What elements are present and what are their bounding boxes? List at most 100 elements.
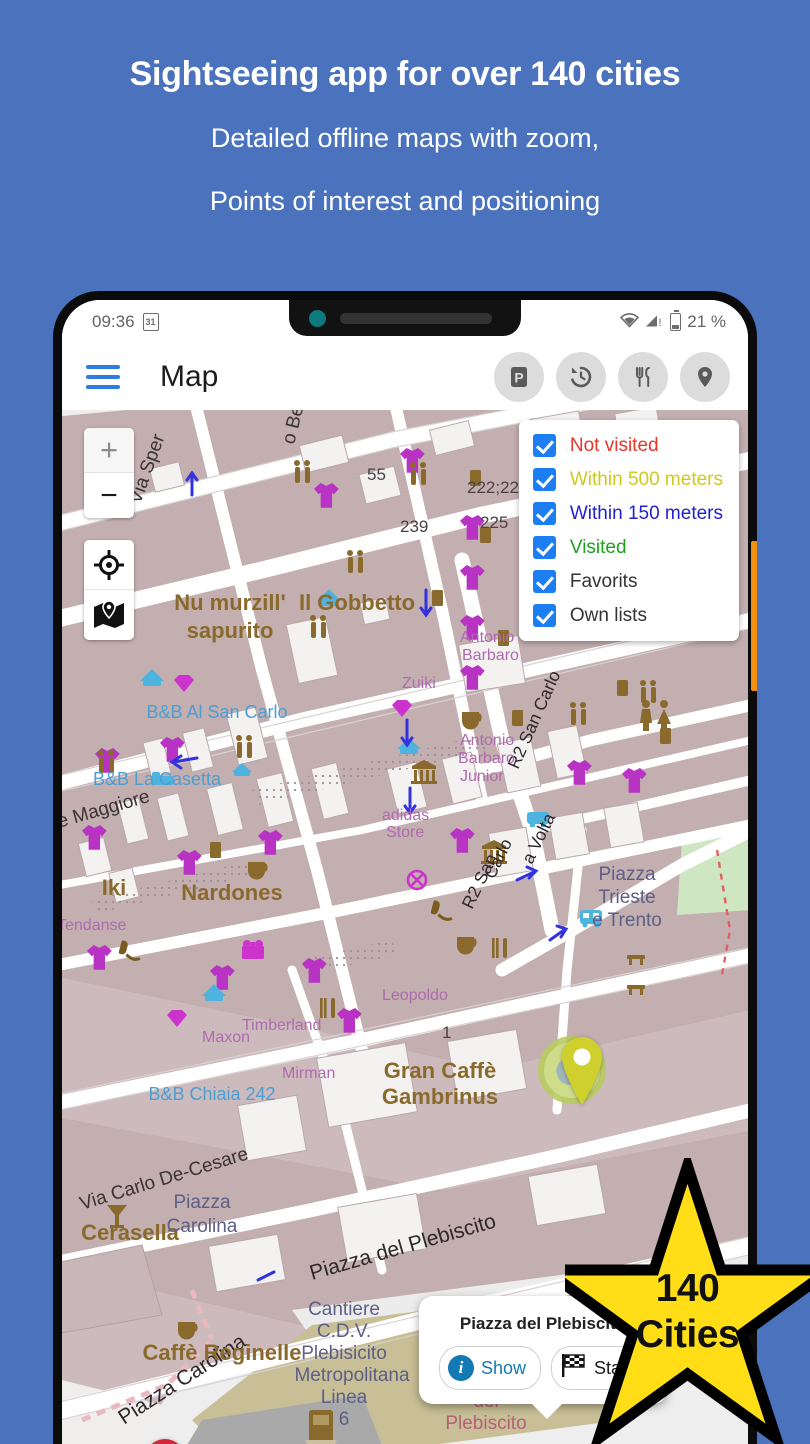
svg-text:Cantiere: Cantiere [308, 1299, 380, 1320]
checkbox-own-lists[interactable] [532, 604, 556, 627]
star-badge: 140 Cities [528, 1148, 810, 1444]
svg-text:!: ! [659, 317, 662, 328]
svg-text:a Volta: a Volta [518, 810, 560, 867]
parking-button[interactable]: P [494, 352, 544, 402]
earpiece-speaker [340, 312, 492, 324]
svg-text:Barbaro: Barbaro [458, 750, 515, 767]
svg-text:Piazza: Piazza [173, 1192, 230, 1213]
cellular-signal-icon: ! [645, 312, 664, 333]
svg-text:Caffè Reginelle: Caffè Reginelle [143, 1340, 302, 1365]
svg-text:239: 239 [400, 517, 428, 536]
svg-text:1: 1 [442, 1023, 451, 1042]
svg-text:adidas: adidas [382, 807, 429, 824]
crosshair-locate-icon [94, 549, 124, 580]
show-button[interactable]: i Show [438, 1346, 541, 1390]
svg-text:Plebiscito: Plebiscito [445, 1413, 526, 1434]
map-layers-icon [94, 600, 124, 628]
zoom-in-button[interactable]: + [84, 428, 134, 473]
promo-header: Sightseeing app for over 140 cities Deta… [0, 0, 810, 217]
svg-text:Mirman: Mirman [282, 1065, 335, 1082]
svg-text:C.D.V.: C.D.V. [317, 1321, 371, 1342]
svg-text:Linea: Linea [321, 1387, 368, 1408]
svg-text:Il Gobbetto: Il Gobbetto [299, 590, 415, 615]
checkbox-favorits[interactable] [532, 570, 556, 593]
svg-text:Antonio: Antonio [460, 732, 514, 749]
calendar-icon: 31 [142, 313, 159, 331]
places-button[interactable] [680, 352, 730, 402]
legend-label-not-visited: Not visited [569, 434, 659, 456]
star-badge-line2: Cities [635, 1313, 740, 1357]
map-tool-controls[interactable] [84, 540, 134, 640]
legend-item-own-lists[interactable]: Own lists [532, 604, 723, 627]
svg-text:B&B Chiaia 242: B&B Chiaia 242 [148, 1084, 275, 1104]
svg-text:225: 225 [480, 513, 508, 532]
promo-subtitle-2: Points of interest and positioning [209, 186, 601, 217]
legend-item-visited[interactable]: Visited [532, 536, 723, 559]
svg-text:Piazza del Plebiscito: Piazza del Plebiscito [307, 1210, 498, 1285]
page-title: Map [160, 360, 219, 393]
svg-text:B&B Al San Carlo: B&B Al San Carlo [146, 702, 287, 722]
svg-text:Plebisicito: Plebisicito [301, 1343, 387, 1364]
svg-text:sapurito: sapurito [187, 618, 274, 643]
app-bar: Map P [62, 344, 748, 410]
svg-text:Gambrinus: Gambrinus [382, 1084, 498, 1109]
front-camera-icon [309, 309, 326, 327]
svg-text:Piazza: Piazza [598, 864, 655, 885]
svg-text:o Berio: o Berio [278, 410, 313, 446]
info-circle-icon: i [447, 1355, 474, 1381]
battery-percent-label: 21 % [687, 312, 726, 331]
star-badge-text: 140 Cities [565, 1266, 810, 1358]
svg-text:6: 6 [339, 1409, 350, 1430]
locate-button[interactable] [84, 540, 134, 590]
history-button[interactable] [556, 352, 606, 402]
svg-text:Trieste: Trieste [598, 887, 655, 908]
checkbox-within-150[interactable] [532, 502, 556, 525]
legend-panel[interactable]: Not visited Within 500 meters Within 150… [518, 420, 739, 641]
show-button-label: Show [480, 1357, 526, 1378]
legend-item-not-visited[interactable]: Not visited [532, 434, 723, 457]
promo-subtitle-1: Detailed offline maps with zoom, [210, 123, 600, 154]
svg-text:Gran Caffè: Gran Caffè [384, 1058, 496, 1083]
marker-within-500[interactable] [557, 1035, 607, 1107]
svg-text:Junior: Junior [460, 768, 504, 785]
svg-text:Leopoldo: Leopoldo [382, 987, 448, 1004]
status-bar-clock: 09:36 [92, 312, 135, 331]
marker-not-visited[interactable] [140, 1437, 190, 1444]
restaurants-button[interactable] [618, 352, 668, 402]
legend-item-within-150[interactable]: Within 150 meters [532, 502, 723, 525]
svg-text:B&B La Casetta: B&B La Casetta [93, 769, 222, 789]
svg-text:Timberland: Timberland [242, 1017, 321, 1034]
star-badge-line1: 140 [655, 1267, 720, 1310]
zoom-out-button[interactable]: − [84, 473, 134, 518]
svg-text:Cerasella: Cerasella [81, 1220, 180, 1245]
svg-text:e Trento: e Trento [592, 910, 662, 931]
wifi-icon [620, 312, 640, 333]
svg-text:Nardones: Nardones [181, 880, 282, 905]
svg-text:Metropolitana: Metropolitana [294, 1365, 410, 1386]
svg-text:Store: Store [386, 824, 424, 841]
legend-item-within-500[interactable]: Within 500 meters [532, 468, 723, 491]
svg-text:Carolina: Carolina [167, 1216, 238, 1237]
checkbox-visited[interactable] [532, 536, 556, 559]
layers-button[interactable] [84, 590, 134, 640]
svg-text:P: P [514, 370, 523, 386]
svg-text:ente Maggiore: ente Maggiore [62, 786, 152, 840]
legend-label-within-150: Within 150 meters [569, 502, 723, 524]
phone-notch [289, 300, 521, 336]
svg-text:Iki: Iki [102, 875, 126, 900]
zoom-controls[interactable]: + − [84, 428, 134, 518]
hamburger-menu-icon[interactable] [86, 365, 120, 389]
checkbox-not-visited[interactable] [532, 434, 556, 457]
legend-item-favorits[interactable]: Favorits [532, 570, 723, 593]
legend-label-favorits: Favorits [569, 570, 638, 592]
checkbox-within-500[interactable] [532, 468, 556, 491]
promo-title: Sightseeing app for over 140 cities [129, 55, 681, 93]
svg-text:Tendanse: Tendanse [62, 917, 126, 934]
svg-text:Nu murzill': Nu murzill' [174, 590, 286, 615]
svg-text:Barbaro: Barbaro [462, 647, 519, 664]
svg-text:55: 55 [367, 465, 386, 484]
legend-label-visited: Visited [569, 536, 627, 558]
svg-text:Zuiki: Zuiki [402, 675, 436, 692]
power-button[interactable] [751, 541, 757, 691]
battery-icon [670, 310, 682, 331]
